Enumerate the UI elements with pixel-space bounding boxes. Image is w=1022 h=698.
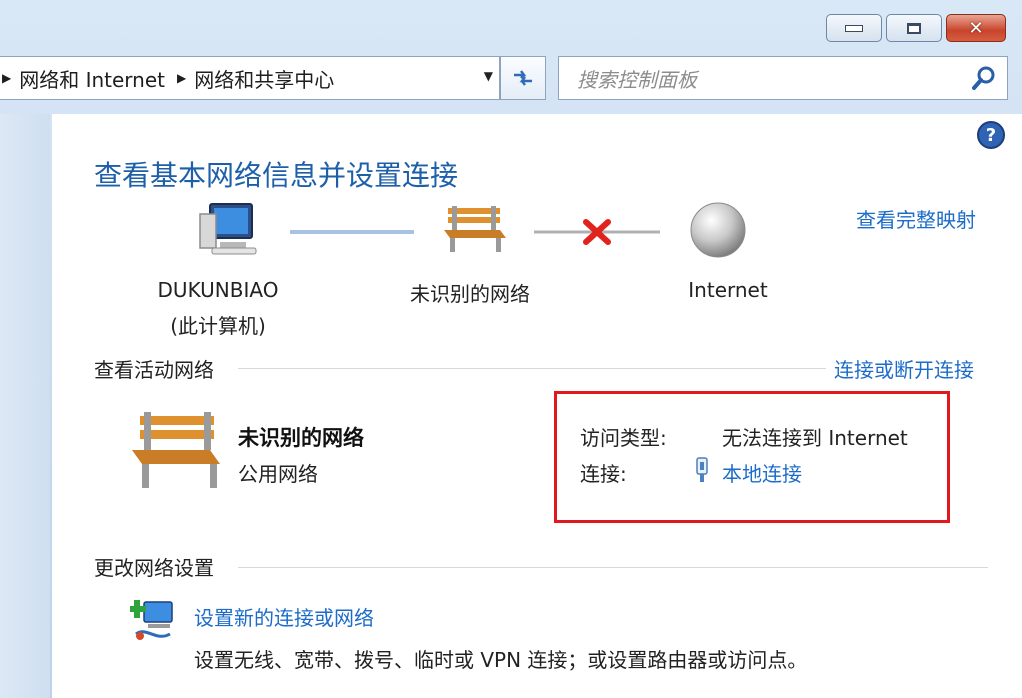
connect-disconnect-link[interactable]: 连接或断开连接 (834, 354, 974, 383)
search-input[interactable]: 搜索控制面板 (577, 64, 969, 93)
computer-name-label: DUKUNBIAO (157, 278, 279, 302)
highlight-annotation-box (554, 391, 950, 523)
close-button[interactable]: ✕ (946, 14, 1006, 42)
refresh-button[interactable] (500, 56, 546, 100)
breadcrumb-arrow-icon[interactable]: ▶ (177, 71, 186, 85)
network-bench-icon[interactable] (442, 204, 506, 256)
change-settings-heading: 更改网络设置 (94, 556, 214, 580)
address-dropdown-icon[interactable]: ▼ (484, 69, 493, 83)
broken-connection-icon[interactable] (534, 218, 660, 246)
setup-connection-icon[interactable] (130, 598, 178, 642)
refresh-icon (514, 70, 532, 86)
connection-line (290, 230, 414, 234)
svg-text:?: ? (986, 125, 996, 146)
internet-label: Internet (688, 278, 768, 302)
section-divider (238, 567, 988, 568)
active-networks-heading: 查看活动网络 (94, 358, 214, 382)
breadcrumb-network-sharing-center[interactable]: 网络和共享中心 (194, 64, 334, 93)
close-icon: ✕ (968, 17, 984, 39)
address-bar[interactable]: ▶ 网络和 Internet ▶ 网络和共享中心 ▼ (0, 56, 500, 100)
search-icon[interactable] (969, 63, 999, 93)
help-icon[interactable]: ? (976, 120, 1006, 150)
minimize-button[interactable] (826, 14, 882, 42)
active-network-name: 未识别的网络 (238, 426, 364, 450)
setup-new-connection-link[interactable]: 设置新的连接或网络 (194, 602, 374, 631)
window-frame: ✕ ▶ 网络和 Internet ▶ 网络和共享中心 ▼ 搜索控制面板 ? 查看… (0, 0, 1022, 698)
maximize-button[interactable] (886, 14, 942, 42)
main-content: ? 查看基本网络信息并设置连接 查看完整映射 DUKUNBIAO (此计算机) … (52, 114, 1022, 698)
active-network-type[interactable]: 公用网络 (238, 458, 318, 487)
access-type-label: 访问类型: (580, 426, 667, 450)
local-connection-link[interactable]: 本地连接 (722, 458, 802, 487)
computer-sub-label: (此计算机) (170, 314, 266, 338)
section-divider (238, 368, 826, 369)
page-title: 查看基本网络信息并设置连接 (94, 159, 459, 192)
search-box[interactable]: 搜索控制面板 (558, 56, 1008, 100)
view-full-map-link[interactable]: 查看完整映射 (856, 204, 976, 233)
left-navigation-pane (0, 114, 50, 698)
network-name-label: 未识别的网络 (410, 282, 530, 306)
access-type-value: 无法连接到 Internet (722, 426, 908, 450)
breadcrumb-network-internet[interactable]: 网络和 Internet (19, 64, 165, 93)
active-network-bench-icon (132, 412, 220, 488)
internet-globe-icon[interactable] (688, 200, 748, 260)
ethernet-plug-icon (696, 457, 708, 482)
setup-connection-description: 设置无线、宽带、拨号、临时或 VPN 连接；或设置路由器或访问点。 (194, 648, 808, 672)
maximize-icon (907, 22, 921, 34)
minimize-icon (845, 24, 863, 32)
computer-icon[interactable] (192, 202, 262, 258)
connection-label: 连接: (580, 462, 627, 486)
breadcrumb-arrow-icon[interactable]: ▶ (2, 71, 11, 85)
